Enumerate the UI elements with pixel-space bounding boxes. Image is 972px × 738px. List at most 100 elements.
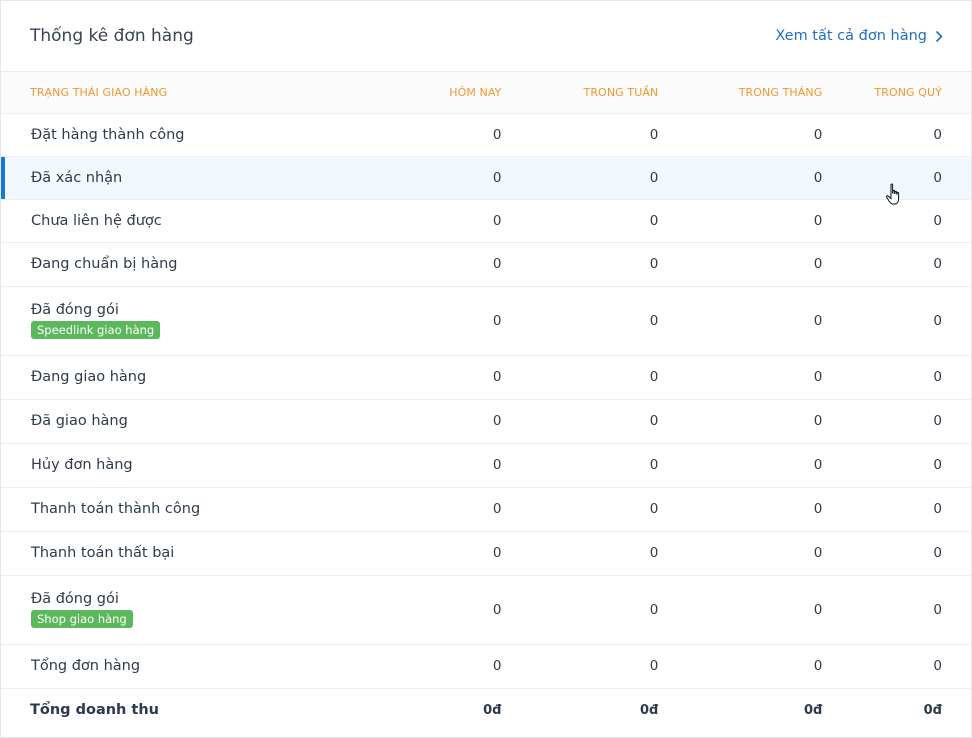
table-row[interactable]: Tổng đơn hàng 0 0 0 0 xyxy=(1,644,971,688)
status-cell: Tổng đơn hàng xyxy=(1,644,385,688)
count-today: 0 xyxy=(492,369,502,385)
count-month: 0 xyxy=(813,369,823,385)
status-label: Tổng đơn hàng xyxy=(31,658,141,674)
count-quarter: 0 xyxy=(933,413,942,429)
status-cell: Đang chuẩn bị hàng xyxy=(1,242,385,286)
count-week: 0 xyxy=(649,312,659,329)
count-quarter: 0 xyxy=(933,601,942,618)
status-cell: Đã giao hàng xyxy=(1,399,385,443)
count-today: 0 xyxy=(492,501,502,517)
count-today: 0 xyxy=(492,545,502,561)
count-month: 0 xyxy=(813,413,823,429)
count-quarter: 0 xyxy=(933,658,942,674)
table-row[interactable]: Đã đóng gói Speedlink giao hàng 0 0 0 0 xyxy=(1,286,971,355)
count-week: 0 xyxy=(649,658,659,674)
count-month: 0 xyxy=(813,169,823,186)
count-today: 0 xyxy=(492,169,502,186)
count-week: 0 xyxy=(649,256,659,272)
count-quarter: 0 xyxy=(933,545,942,561)
table-row[interactable]: Đang chuẩn bị hàng 0 0 0 0 xyxy=(1,242,971,286)
count-week: 0 xyxy=(649,413,659,429)
status-cell: Đã đóng gói Speedlink giao hàng xyxy=(1,286,385,355)
order-stats-table: TRẠNG THÁI GIAO HÀNG HÔM NAY TRONG TUẦN … xyxy=(1,72,971,732)
card-title: Thống kê đơn hàng xyxy=(30,26,194,46)
view-all-label[interactable]: Xem tất cả đơn hàng xyxy=(775,28,927,44)
table-row[interactable]: Thanh toán thành công 0 0 0 0 xyxy=(1,487,971,531)
total-revenue-label: Tổng doanh thu xyxy=(30,702,159,719)
status-cell: Thanh toán thành công xyxy=(1,487,385,531)
revenue-quarter: 0đ xyxy=(923,702,942,718)
revenue-month: 0đ xyxy=(804,702,823,718)
count-today: 0 xyxy=(492,256,502,272)
table-header-row: TRẠNG THÁI GIAO HÀNG HÔM NAY TRONG TUẦN … xyxy=(1,72,971,114)
count-week: 0 xyxy=(649,501,659,517)
status-label: Đã đóng gói xyxy=(31,591,119,607)
status-cell: Chưa liên hệ được xyxy=(1,199,385,242)
count-month: 0 xyxy=(813,457,823,473)
table-row[interactable]: Đã xác nhận 0 0 0 0 xyxy=(1,156,971,199)
total-revenue-row: Tổng doanh thu 0đ 0đ 0đ 0đ xyxy=(1,688,971,732)
revenue-week: 0đ xyxy=(639,702,659,718)
count-today: 0 xyxy=(492,457,502,473)
status-label: Hủy đơn hàng xyxy=(31,457,133,473)
count-week: 0 xyxy=(649,169,659,186)
col-header-status: TRẠNG THÁI GIAO HÀNG xyxy=(1,72,385,114)
count-week: 0 xyxy=(649,601,659,618)
count-month: 0 xyxy=(813,658,823,674)
status-label: Đã đóng gói xyxy=(31,302,119,318)
count-month: 0 xyxy=(813,212,823,229)
count-week: 0 xyxy=(649,545,659,561)
chevron-right-icon[interactable] xyxy=(935,30,943,43)
card-header: Thống kê đơn hàng Xem tất cả đơn hàng xyxy=(1,1,971,72)
col-header-quarter: TRONG QUÝ xyxy=(822,72,971,114)
count-month: 0 xyxy=(813,601,823,618)
table-row[interactable]: Đã đóng gói Shop giao hàng 0 0 0 0 xyxy=(1,575,971,644)
count-month: 0 xyxy=(813,126,823,143)
status-cell: Đặt hàng thành công xyxy=(1,113,385,156)
count-today: 0 xyxy=(492,601,502,618)
status-label: Đang chuẩn bị hàng xyxy=(31,256,178,272)
count-week: 0 xyxy=(649,457,659,473)
count-week: 0 xyxy=(649,126,659,143)
count-quarter: 0 xyxy=(933,457,942,473)
status-cell: Đã xác nhận xyxy=(1,156,385,199)
table-row[interactable]: Đang giao hàng 0 0 0 0 xyxy=(1,355,971,399)
shipping-badge: Shop giao hàng xyxy=(31,610,133,628)
count-week: 0 xyxy=(649,212,659,229)
status-cell: Đang giao hàng xyxy=(1,355,385,399)
status-label: Thanh toán thất bại xyxy=(31,545,175,561)
count-month: 0 xyxy=(813,312,823,329)
status-label: Thanh toán thành công xyxy=(31,501,201,517)
status-cell: Hủy đơn hàng xyxy=(1,443,385,487)
count-week: 0 xyxy=(649,369,659,385)
hand-pointer-cursor-icon xyxy=(885,183,900,205)
count-today: 0 xyxy=(492,658,502,674)
col-header-today: HÔM NAY xyxy=(384,72,502,114)
count-today: 0 xyxy=(492,413,502,429)
count-quarter: 0 xyxy=(933,501,942,517)
status-label: Đã giao hàng xyxy=(31,413,128,429)
table-row[interactable]: Hủy đơn hàng 0 0 0 0 xyxy=(1,443,971,487)
count-quarter: 0 xyxy=(933,369,942,385)
status-label: Đã xác nhận xyxy=(31,169,123,186)
status-label: Đặt hàng thành công xyxy=(31,126,185,143)
view-all-orders-link[interactable]: Xem tất cả đơn hàng xyxy=(775,28,943,44)
count-quarter: 0 xyxy=(933,256,942,272)
col-header-week: TRONG TUẦN xyxy=(501,72,659,114)
status-cell: Thanh toán thất bại xyxy=(1,531,385,575)
count-today: 0 xyxy=(492,312,502,329)
table-row[interactable]: Đặt hàng thành công 0 0 0 0 xyxy=(1,113,971,156)
status-label: Đang giao hàng xyxy=(31,369,147,385)
count-quarter: 0 xyxy=(933,126,942,143)
table-row[interactable]: Đã giao hàng 0 0 0 0 xyxy=(1,399,971,443)
order-stats-card: Thống kê đơn hàng Xem tất cả đơn hàng TR… xyxy=(0,0,972,738)
revenue-today: 0đ xyxy=(483,702,502,718)
table-row[interactable]: Thanh toán thất bại 0 0 0 0 xyxy=(1,531,971,575)
shipping-badge: Speedlink giao hàng xyxy=(31,321,161,339)
active-row-indicator xyxy=(1,156,5,199)
table-row[interactable]: Chưa liên hệ được 0 0 0 0 xyxy=(1,199,971,242)
count-month: 0 xyxy=(813,256,823,272)
count-month: 0 xyxy=(813,545,823,561)
status-label: Chưa liên hệ được xyxy=(31,212,162,229)
status-cell: Đã đóng gói Shop giao hàng xyxy=(1,575,385,644)
